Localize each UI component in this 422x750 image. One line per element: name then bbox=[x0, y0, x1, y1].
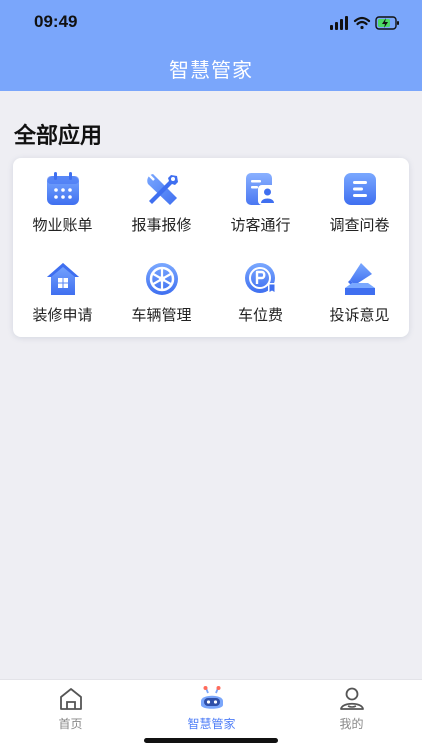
app-label: 投诉意见 bbox=[329, 306, 390, 324]
battery-icon bbox=[375, 16, 399, 30]
app-renovation-request[interactable]: 装修申请 bbox=[13, 261, 112, 333]
app-parking-fee[interactable]: 车位费 bbox=[211, 261, 310, 333]
robot-icon bbox=[200, 686, 223, 709]
tab-label: 我的 bbox=[339, 717, 364, 731]
app-label: 车辆管理 bbox=[131, 306, 192, 324]
tab-smart-butler[interactable]: 智慧管家 bbox=[141, 680, 282, 740]
app-label: 报事报修 bbox=[131, 216, 192, 234]
app-label: 装修申请 bbox=[32, 306, 93, 324]
survey-list-icon bbox=[343, 173, 376, 205]
tab-mine[interactable]: 我的 bbox=[281, 680, 422, 740]
home-indicator bbox=[144, 738, 278, 743]
complaint-icon bbox=[344, 263, 375, 295]
status-time: 09:49 bbox=[34, 12, 78, 31]
tab-home[interactable]: 首页 bbox=[0, 680, 141, 740]
app-label: 车位费 bbox=[237, 306, 283, 324]
status-bar: 09:49 bbox=[0, 0, 422, 46]
house-icon bbox=[46, 263, 79, 295]
page-title: 智慧管家 bbox=[169, 58, 253, 82]
section-title: 全部应用 bbox=[14, 124, 103, 149]
app-header: 09:49 智慧管家 bbox=[0, 0, 422, 91]
app-vehicle-management[interactable]: 车辆管理 bbox=[112, 261, 211, 333]
wifi-icon bbox=[353, 16, 371, 30]
tab-label: 首页 bbox=[58, 717, 83, 731]
app-label: 调查问卷 bbox=[329, 216, 390, 234]
status-icons bbox=[330, 16, 399, 30]
app-visitor-pass[interactable]: 访客通行 bbox=[211, 171, 310, 243]
calendar-icon bbox=[46, 172, 79, 205]
visitor-pass-icon bbox=[245, 173, 277, 205]
app-repair-report[interactable]: 报事报修 bbox=[112, 171, 211, 243]
app-label: 访客通行 bbox=[230, 216, 291, 234]
signal-icon bbox=[330, 16, 348, 30]
user-icon bbox=[339, 687, 364, 710]
home-icon bbox=[59, 688, 82, 710]
wheel-icon bbox=[145, 263, 178, 295]
app-complaint[interactable]: 投诉意见 bbox=[310, 261, 409, 333]
app-property-bill[interactable]: 物业账单 bbox=[13, 171, 112, 243]
app-survey[interactable]: 调查问卷 bbox=[310, 171, 409, 243]
parking-icon bbox=[244, 263, 276, 295]
tab-label: 智慧管家 bbox=[187, 717, 236, 731]
app-label: 物业账单 bbox=[32, 216, 93, 234]
apps-card: 物业账单 报事报修 访客通行 调查问卷 装修申请 车辆管理 车位费 投诉意见 bbox=[13, 158, 409, 337]
wrench-screwdriver-icon bbox=[146, 173, 178, 205]
